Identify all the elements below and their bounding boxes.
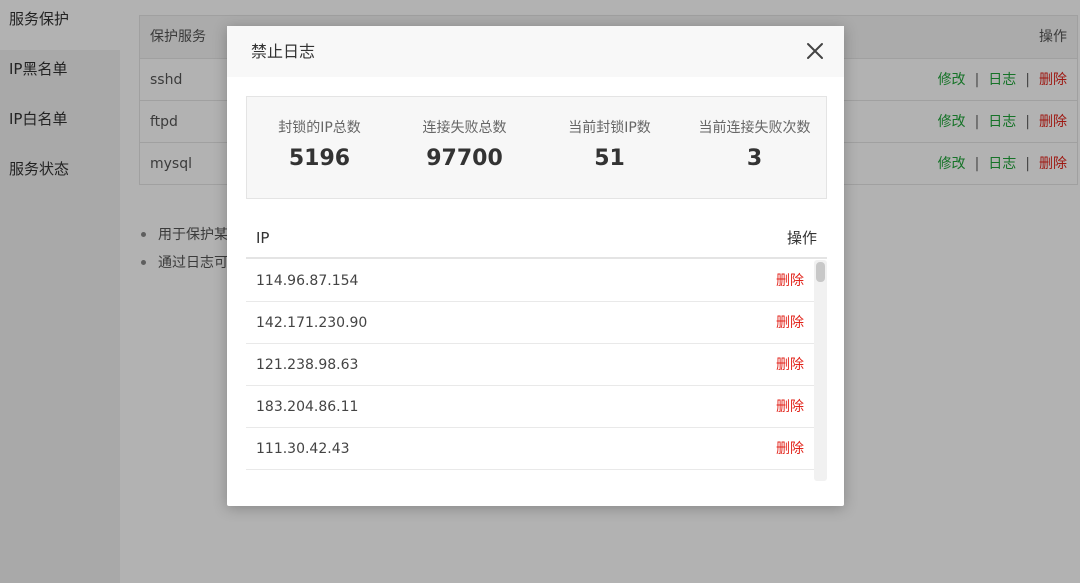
table-header: IP 操作 [246,217,827,259]
delete-link[interactable]: 删除 [776,302,804,344]
table-row: 142.171.230.90 删除 [246,302,827,344]
blocked-ip-table: IP 操作 114.96.87.154 删除 142.171.230.90 删除… [246,217,827,481]
stat-value: 97700 [426,146,503,171]
delete-link[interactable]: 删除 [776,386,804,428]
delete-link[interactable]: 删除 [776,260,804,302]
delete-link[interactable]: 删除 [776,344,804,386]
column-header-ip: IP [256,229,270,247]
scrollbar[interactable] [814,260,827,481]
table-row: 183.204.86.11 删除 [246,386,827,428]
scrollbar-thumb[interactable] [816,262,825,282]
stat-value: 51 [594,146,625,171]
stat-label: 当前连接失败次数 [698,120,811,136]
table-row: 111.30.42.43 删除 [246,428,827,470]
ip-address: 121.238.98.63 [256,357,359,373]
close-icon[interactable] [804,40,826,62]
stats-panel: 封锁的IP总数 5196 连接失败总数 97700 当前封锁IP数 51 当前连… [246,96,827,199]
ip-address: 114.96.87.154 [256,273,359,289]
stat-total-failed-connections: 连接失败总数 97700 [392,97,537,173]
stat-label: 连接失败总数 [422,120,507,136]
table-body: 114.96.87.154 删除 142.171.230.90 删除 121.2… [246,260,827,470]
ip-address: 183.204.86.11 [256,399,359,415]
ip-address: 111.30.42.43 [256,441,350,457]
table-row: 114.96.87.154 删除 [246,260,827,302]
stat-value: 3 [746,146,763,171]
stat-label: 当前封锁IP数 [568,120,651,136]
table-row: 121.238.98.63 删除 [246,344,827,386]
stat-value: 5196 [288,146,351,171]
delete-link[interactable]: 删除 [776,428,804,470]
stat-current-blocked-ips: 当前封锁IP数 51 [537,97,682,173]
stat-current-failed-count: 当前连接失败次数 3 [682,97,827,173]
stat-label: 封锁的IP总数 [278,120,361,136]
dialog-header: 禁止日志 [227,26,844,77]
column-header-ops: 操作 [786,229,817,247]
ban-log-dialog: 禁止日志 封锁的IP总数 5196 连接失败总数 97700 当前封锁IP数 5… [227,26,844,506]
stat-total-blocked-ips: 封锁的IP总数 5196 [247,97,392,173]
ip-address: 142.171.230.90 [256,315,368,331]
dialog-title: 禁止日志 [251,42,316,61]
